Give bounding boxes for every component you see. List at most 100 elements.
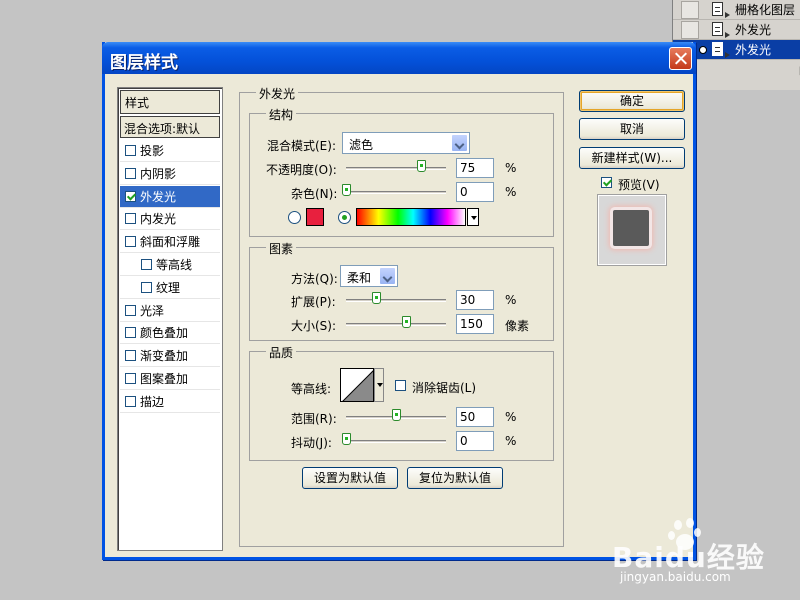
elements-group: 图素 方法(Q): 柔和 扩展(P): 30 % 大小(S): 150 像素	[249, 240, 554, 341]
style-list-header[interactable]: 样式	[120, 90, 220, 114]
noise-label: 杂色(N):	[291, 187, 338, 201]
contour-curve-icon	[342, 370, 373, 401]
size-label: 大小(S):	[291, 319, 337, 333]
style-item[interactable]: 内发光	[120, 208, 220, 231]
dialog-title: 图层样式	[110, 53, 178, 73]
solid-color-radio[interactable]	[288, 211, 301, 224]
style-checkbox[interactable]	[141, 259, 152, 270]
preview-label: 预览(V)	[618, 178, 660, 192]
contour-dropdown[interactable]	[374, 368, 384, 402]
blend-options-item[interactable]: 混合选项:默认	[120, 116, 220, 138]
spread-input[interactable]: 30	[456, 290, 494, 310]
jitter-unit: %	[505, 434, 517, 448]
method-label: 方法(Q):	[291, 272, 338, 286]
noise-unit: %	[505, 185, 517, 199]
dialog-titlebar[interactable]: 图层样式	[102, 42, 696, 74]
style-item-label: 内阴影	[140, 166, 177, 181]
blend-mode-select[interactable]: 滤色	[342, 132, 470, 154]
contour-picker[interactable]	[340, 368, 374, 402]
layer-row-outer-glow[interactable]: 外发光	[673, 20, 800, 40]
opacity-slider[interactable]	[346, 167, 446, 170]
style-checkbox[interactable]	[125, 350, 136, 362]
close-button[interactable]	[669, 47, 692, 70]
blend-mode-value: 滤色	[349, 138, 374, 152]
method-value: 柔和	[347, 271, 372, 285]
set-default-button[interactable]: 设置为默认值	[302, 467, 398, 489]
jitter-input[interactable]: 0	[456, 431, 494, 451]
style-item[interactable]: 渐变叠加	[120, 345, 220, 368]
noise-slider[interactable]	[346, 191, 446, 194]
style-item[interactable]: 投影	[120, 140, 220, 162]
noise-slider-handle[interactable]	[342, 184, 351, 196]
new-style-button[interactable]: 新建样式(W)...	[579, 147, 685, 169]
layer-style-dialog: 图层样式 样式 混合选项:默认 投影 内阴影 外发光 内发光 斜面和浮雕 等高线 纹理 光泽颜…	[102, 42, 696, 560]
gradient-radio[interactable]	[338, 211, 351, 224]
noise-input[interactable]: 0	[456, 182, 494, 202]
style-checkbox[interactable]	[125, 327, 136, 339]
jitter-slider[interactable]	[346, 440, 446, 443]
range-unit: %	[505, 410, 517, 424]
opacity-unit: %	[505, 161, 517, 175]
layer-effect-icon	[711, 41, 730, 58]
ok-button[interactable]: 确定	[579, 90, 685, 112]
method-select[interactable]: 柔和	[340, 265, 398, 287]
style-checkbox[interactable]	[125, 395, 136, 407]
spread-slider[interactable]	[346, 299, 446, 302]
style-item[interactable]: 斜面和浮雕	[120, 231, 220, 254]
style-checkbox[interactable]	[125, 213, 136, 225]
jitter-slider-handle[interactable]	[342, 433, 351, 445]
style-item-label: 纹理	[156, 280, 181, 295]
anti-alias-checkbox[interactable]	[395, 380, 406, 391]
style-checkbox[interactable]	[141, 281, 152, 293]
style-item-label: 颜色叠加	[140, 326, 189, 341]
outer-glow-title: 外发光	[256, 85, 299, 102]
style-checkbox[interactable]	[125, 190, 136, 202]
range-input[interactable]: 50	[456, 407, 494, 427]
style-checkbox[interactable]	[125, 304, 136, 316]
size-unit: 像素	[505, 319, 530, 333]
layer-row-rasterize[interactable]: 栅格化图层	[673, 0, 800, 20]
style-item[interactable]: 光泽	[120, 300, 220, 322]
style-item[interactable]: 描边	[120, 391, 220, 413]
spread-slider-handle[interactable]	[372, 292, 381, 304]
style-checkbox[interactable]	[125, 167, 136, 179]
style-item[interactable]: 颜色叠加	[120, 322, 220, 345]
style-checkbox[interactable]	[125, 145, 136, 156]
elements-title: 图素	[266, 240, 297, 257]
size-slider-handle[interactable]	[402, 316, 411, 328]
style-checkbox[interactable]	[125, 236, 136, 248]
opacity-input[interactable]: 75	[456, 158, 494, 178]
glow-color-swatch[interactable]	[306, 208, 324, 226]
style-item[interactable]: 外发光	[120, 185, 220, 208]
outer-glow-group: 外发光 结构 混合模式(E): 滤色 不透明度(O): 75 % 杂色(N): …	[239, 85, 564, 547]
size-slider[interactable]	[346, 323, 446, 326]
style-item-label: 内发光	[140, 212, 177, 227]
opacity-slider-handle[interactable]	[417, 160, 426, 172]
style-item-label: 斜面和浮雕	[140, 235, 201, 250]
jitter-label: 抖动(J):	[291, 436, 332, 450]
layer-label: 栅格化图层	[735, 3, 796, 17]
structure-title: 结构	[266, 106, 297, 123]
layer-effect-icon	[711, 21, 730, 38]
style-item[interactable]: 内阴影	[120, 163, 220, 185]
preview-checkbox[interactable]	[601, 177, 612, 188]
chevron-down-icon	[379, 267, 396, 285]
style-checkbox[interactable]	[125, 373, 136, 384]
range-label: 范围(R):	[291, 412, 337, 426]
preview-thumbnail	[613, 210, 649, 246]
style-list: 样式 混合选项:默认 投影内阴影外发光内发光斜面和浮雕等高线纹理光泽颜色叠加渐变…	[117, 87, 223, 551]
baidu-watermark: Baidu经验 jingyan.baidu.com	[612, 518, 792, 584]
visibility-toggle[interactable]	[681, 0, 699, 19]
visibility-toggle[interactable]	[681, 20, 699, 39]
layer-label: 外发光	[735, 23, 772, 37]
range-slider-handle[interactable]	[392, 409, 401, 421]
reset-default-button[interactable]: 复位为默认值	[407, 467, 503, 489]
gradient-swatch[interactable]	[356, 208, 466, 226]
cancel-button[interactable]: 取消	[579, 118, 685, 140]
gradient-dropdown[interactable]	[467, 208, 479, 226]
size-input[interactable]: 150	[456, 314, 494, 334]
style-item[interactable]: 图案叠加	[120, 368, 220, 390]
style-item-label: 投影	[140, 144, 165, 158]
style-item[interactable]: 纹理	[120, 277, 220, 299]
style-item[interactable]: 等高线	[120, 254, 220, 276]
